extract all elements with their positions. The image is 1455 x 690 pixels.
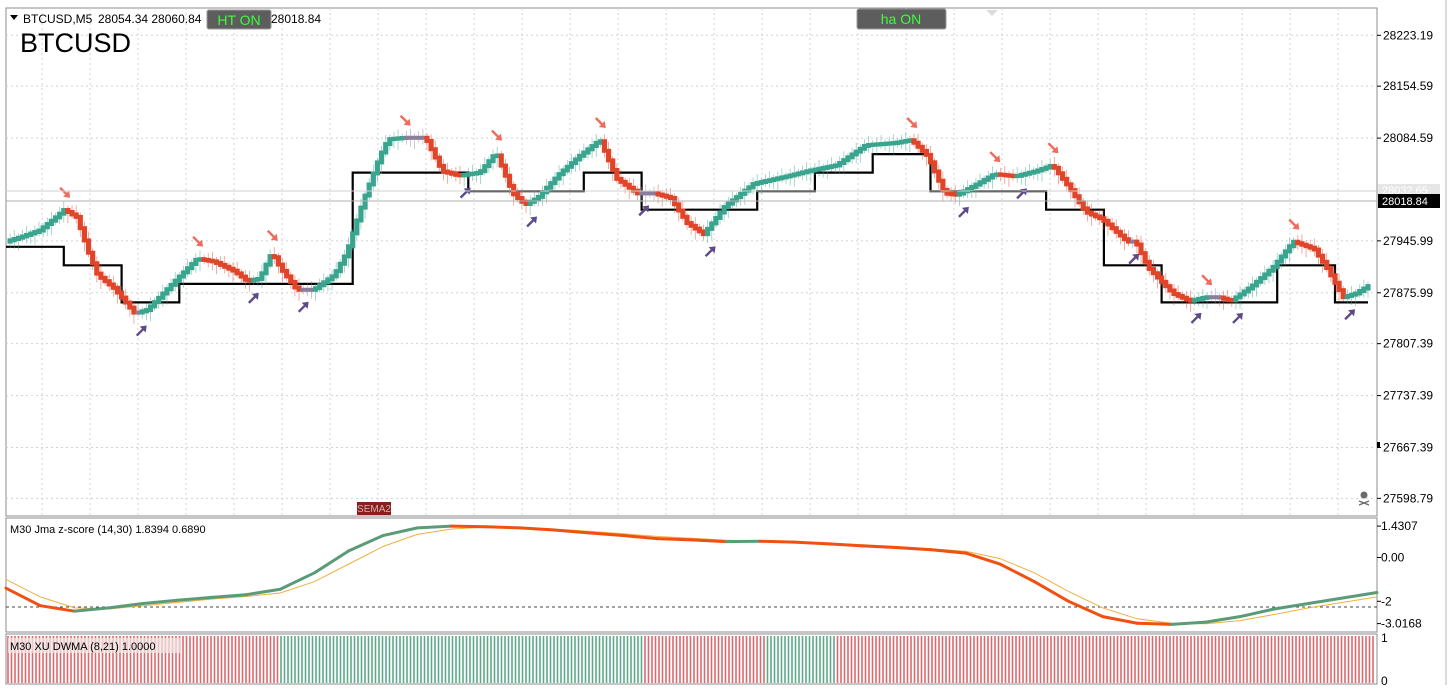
- zscore-main-segment: [794, 542, 828, 544]
- dwma-tick-label: 0: [1381, 674, 1388, 685]
- price-tick-label: 28084.59: [1383, 131, 1433, 145]
- header-last-value: 28018.84: [271, 12, 321, 26]
- zscore-main-segment: [657, 539, 691, 540]
- price-tick-label: 27667.39: [1383, 440, 1433, 454]
- zscore-main-segment: [863, 546, 897, 548]
- price-tick-label: 27875.99: [1383, 286, 1433, 300]
- price-tick-label: 28223.19: [1383, 28, 1433, 42]
- price-tick-label: 28154.59: [1383, 79, 1433, 93]
- ha-toggle-button[interactable]: ha ON: [857, 9, 946, 29]
- ht-toggle-label: HT ON: [217, 12, 260, 28]
- zscore-plot-area: [6, 518, 1377, 632]
- candle-body: [1365, 284, 1370, 290]
- price-tick-label: 27807.39: [1383, 337, 1433, 351]
- ht-toggle-button[interactable]: HT ON: [207, 10, 271, 29]
- symbol-watermark: BTCUSD: [20, 28, 131, 58]
- zscore-tick-label: 0.00: [1381, 550, 1405, 564]
- zscore-main-segment: [1137, 623, 1171, 624]
- header-ohlc-values: 28054.34 28060.84: [98, 12, 202, 26]
- sema-label-box: SEMA2: [357, 502, 391, 515]
- header-symbol-timeframe: BTCUSD,M5: [23, 12, 93, 26]
- dwma-indicator-panel[interactable]: 1 0 M30 XU DWMA (8,21) 1.0000: [6, 631, 1388, 685]
- zscore-main-segment: [486, 527, 520, 528]
- dwma-title: M30 XU DWMA (8,21) 1.0000: [10, 641, 156, 653]
- zscore-tick-label: -2: [1381, 594, 1392, 608]
- ha-toggle-label: ha ON: [881, 11, 921, 27]
- chart-canvas[interactable]: 28223.19 28154.59 28084.59 27945.99 27875.99…: [0, 0, 1455, 685]
- zscore-tick-label: 1.4307: [1381, 519, 1418, 533]
- zscore-tick-label: -3.0168: [1381, 617, 1422, 631]
- sema-label-text: SEMA2: [357, 504, 391, 515]
- price-tick-label: 27598.79: [1383, 491, 1433, 505]
- zscore-main-segment: [452, 526, 486, 527]
- main-price-panel[interactable]: 28223.19 28154.59 28084.59 27945.99 27875.99…: [6, 8, 1440, 516]
- axis-scale-marker: [1377, 442, 1380, 448]
- zscore-title: M30 Jma z-score (14,30) 1.8394 0.6890: [10, 524, 206, 536]
- current-price-tag-text: 28018.84: [1382, 196, 1428, 208]
- price-tick-label: 27737.39: [1383, 389, 1433, 403]
- zscore-main-segment: [417, 526, 451, 528]
- zscore-main-segment: [760, 541, 794, 542]
- zscore-main-segment: [692, 540, 726, 542]
- dwma-tick-label: 1: [1381, 631, 1388, 645]
- zscore-main-segment: [829, 544, 863, 546]
- price-tick-label: 27945.99: [1383, 234, 1433, 248]
- chart-window: 28223.19 28154.59 28084.59 27945.99 27875.99…: [0, 0, 1455, 685]
- zscore-indicator-panel[interactable]: 1.4307 0.00 -2 -3.0168 M30 Jma z-score (14,…: [6, 518, 1422, 632]
